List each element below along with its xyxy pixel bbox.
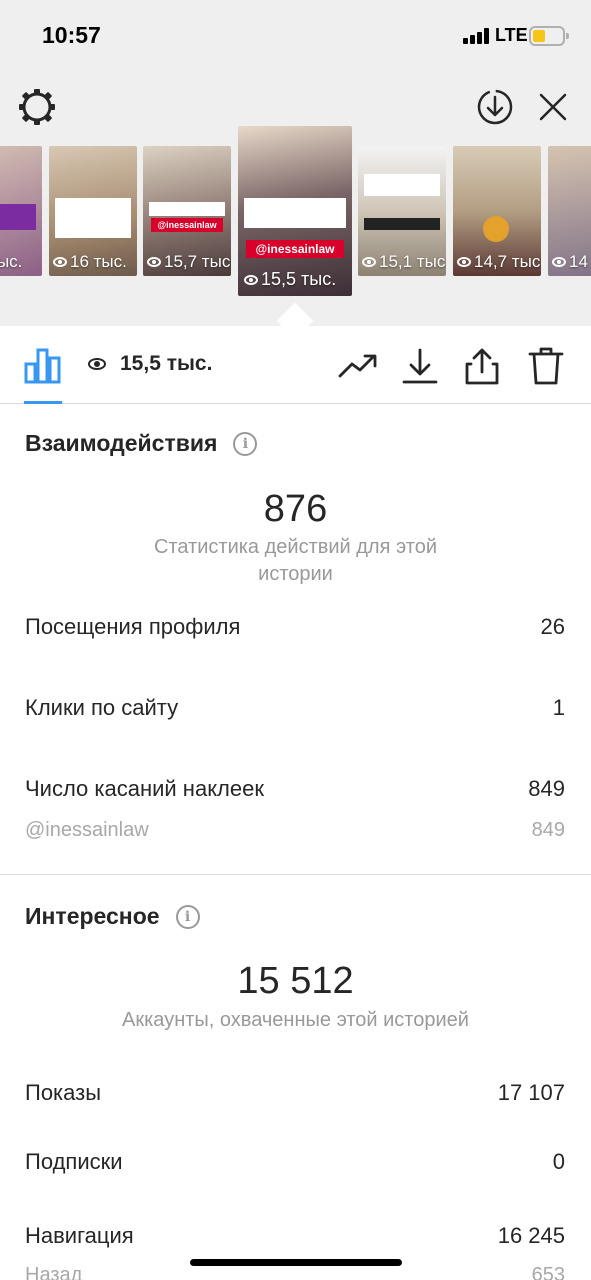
stat-row-sticker-mention: @inessainlaw 849 bbox=[25, 819, 565, 842]
insights-panel: 15,5 тыс. Взаимодействия i 876 Статистик… bbox=[0, 326, 591, 1280]
view-count-label: 15,5 тыс. bbox=[120, 352, 213, 375]
bar-chart-icon[interactable] bbox=[24, 346, 62, 384]
battery-icon bbox=[529, 26, 569, 46]
stat-value: 16 245 bbox=[497, 1223, 565, 1248]
stat-value: 17 107 bbox=[497, 1080, 565, 1105]
close-icon[interactable] bbox=[532, 86, 574, 128]
story-views: 15,5 тыс. bbox=[261, 269, 337, 289]
story-views: 14,7 тыс. bbox=[474, 252, 541, 271]
stat-label: Подписки bbox=[25, 1149, 123, 1174]
stat-row-navigation: Навигация 16 245 bbox=[25, 1223, 565, 1249]
eye-icon bbox=[88, 358, 106, 370]
signal-icon bbox=[463, 28, 491, 44]
share-icon[interactable] bbox=[462, 346, 502, 386]
story-thumbnail[interactable]: 16 тыс. bbox=[49, 146, 137, 276]
interactions-title: Взаимодействия bbox=[25, 430, 218, 456]
story-thumbnail[interactable]: 3 тыс. bbox=[0, 146, 42, 276]
stat-value: 0 bbox=[552, 1149, 565, 1174]
stat-label: @inessainlaw bbox=[25, 819, 149, 841]
stat-label: Посещения профиля bbox=[25, 614, 241, 639]
status-bar: 10:57 LTE bbox=[0, 0, 591, 72]
story-thumbnail[interactable]: 15,1 тыс. bbox=[358, 146, 446, 276]
stat-row-sticker-taps: Число касаний наклеек 849 bbox=[25, 776, 565, 802]
story-views: 3 тыс. bbox=[0, 252, 23, 271]
active-tab-indicator bbox=[24, 401, 62, 404]
interactions-total: 876 bbox=[263, 488, 328, 530]
story-sticker-tag: @inessainlaw bbox=[246, 240, 344, 258]
story-thumbnails: 3 тыс. 16 тыс. @inessainlaw 15,7 тыс. @i… bbox=[0, 126, 591, 306]
discovery-title: Интересное bbox=[25, 903, 160, 929]
stat-value: 1 bbox=[552, 695, 565, 720]
interactions-subtitle: Статистика действий для этой истории bbox=[154, 536, 437, 585]
section-divider bbox=[0, 874, 591, 875]
status-time: 10:57 bbox=[42, 22, 101, 48]
home-indicator[interactable] bbox=[190, 1259, 402, 1266]
network-label: LTE bbox=[495, 25, 528, 45]
stat-label: Навигация bbox=[25, 1223, 134, 1248]
story-thumbnail[interactable]: 14,7 тыс. bbox=[453, 146, 541, 276]
story-thumbnail[interactable]: @inessainlaw 15,7 тыс. bbox=[143, 146, 231, 276]
settings-gear-icon[interactable] bbox=[16, 86, 58, 128]
interactions-header: Взаимодействия i bbox=[25, 430, 258, 457]
story-views: 15,7 тыс. bbox=[164, 252, 231, 271]
info-icon[interactable]: i bbox=[233, 431, 258, 456]
story-view-count: 15,5 тыс. bbox=[88, 352, 212, 376]
stat-value: 849 bbox=[528, 776, 565, 801]
stat-row-profile-visits: Посещения профиля 26 bbox=[25, 614, 565, 640]
trash-icon[interactable] bbox=[526, 346, 566, 386]
discovery-header: Интересное i bbox=[25, 903, 200, 930]
discovery-total: 15 512 bbox=[237, 960, 354, 1002]
discovery-subtitle: Аккаунты, охваченные этой историей bbox=[122, 1009, 469, 1031]
stat-row-follows: Подписки 0 bbox=[25, 1149, 565, 1175]
story-thumbnail[interactable]: 14 bbox=[548, 146, 591, 276]
story-thumbnail-selected[interactable]: @inessainlaw 15,5 тыс. bbox=[238, 126, 352, 296]
story-views: 14 bbox=[569, 252, 588, 271]
story-sticker-tag: @inessainlaw bbox=[151, 218, 223, 232]
info-icon[interactable]: i bbox=[175, 904, 200, 929]
stat-label: Клики по сайту bbox=[25, 695, 179, 720]
story-views: 16 тыс. bbox=[70, 252, 127, 271]
save-download-icon[interactable] bbox=[474, 86, 516, 128]
trending-icon[interactable] bbox=[338, 346, 378, 386]
stat-label: Показы bbox=[25, 1080, 102, 1105]
stat-label: Назад bbox=[25, 1264, 83, 1280]
insights-toolbar: 15,5 тыс. bbox=[0, 326, 591, 404]
download-icon[interactable] bbox=[400, 346, 440, 386]
stat-row-back: Назад 653 bbox=[25, 1264, 565, 1280]
stat-value: 26 bbox=[540, 614, 565, 639]
stat-value: 849 bbox=[531, 819, 565, 841]
story-preview-area: 10:57 LTE 3 тыс. 16 тыс. @inessainlaw 15… bbox=[0, 0, 591, 328]
stat-label: Число касаний наклеек bbox=[25, 776, 264, 801]
stat-row-website-clicks: Клики по сайту 1 bbox=[25, 695, 565, 721]
stat-value: 653 bbox=[531, 1264, 565, 1280]
story-views: 15,1 тыс. bbox=[379, 252, 446, 271]
stat-row-impressions: Показы 17 107 bbox=[25, 1080, 565, 1106]
